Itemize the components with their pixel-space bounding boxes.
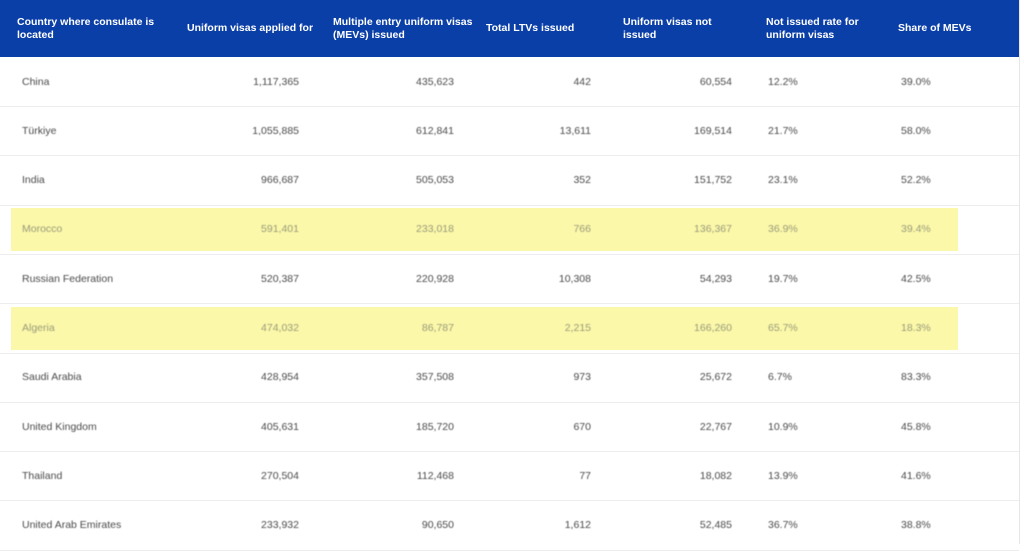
cell-country: Algeria bbox=[22, 322, 55, 334]
cell-share-of-mevs: 39.4% bbox=[901, 223, 931, 236]
cell-uniform-visas-not-issued: 54,293 bbox=[699, 272, 732, 285]
table-row: Türkiye 1,055,885 612,841 13,611 169,514 21.7… bbox=[0, 106, 1019, 157]
cell-country: Thailand bbox=[22, 469, 63, 482]
cell-total-ltvs-issued: 10,308 bbox=[558, 272, 591, 285]
cell-uniform-visas-not-issued: 25,672 bbox=[699, 371, 732, 384]
cell-uniform-visas-not-issued: 60,554 bbox=[699, 75, 732, 88]
cell-not-issued-rate: 21.7% bbox=[768, 124, 798, 137]
cell-country: Russian Federation bbox=[22, 272, 114, 285]
cell-uniform-visas-applied: 233,932 bbox=[261, 519, 299, 532]
table-row: India 966,687 505,053 352 151,752 23.1% 52.2% bbox=[0, 156, 1019, 206]
cell-not-issued-rate: 23.1% bbox=[768, 174, 798, 187]
cell-total-ltvs-issued: 2,215 bbox=[564, 322, 591, 334]
table-row: China 1,117,365 435,623 442 60,554 12.2% 39.0% bbox=[0, 57, 1019, 107]
cell-not-issued-rate: 10.9% bbox=[768, 420, 798, 433]
header-total-ltvs-issued[interactable]: Total LTVs issued bbox=[486, 0, 596, 57]
cell-not-issued-rate: 13.9% bbox=[768, 469, 798, 482]
cell-mevs-issued: 112,468 bbox=[416, 469, 454, 482]
cell-total-ltvs-issued: 13,611 bbox=[559, 124, 591, 137]
cell-mevs-issued: 90,650 bbox=[421, 519, 454, 532]
cell-uniform-visas-applied: 966,687 bbox=[261, 174, 299, 187]
header-country[interactable]: Country where consulate is located bbox=[17, 0, 167, 57]
cell-country: Türkiye bbox=[22, 124, 57, 137]
table-row: Algeria 474,032 86,787 2,215 166,260 65.7% 18.… bbox=[0, 304, 1019, 354]
cell-uniform-visas-applied: 591,401 bbox=[261, 223, 299, 236]
cell-not-issued-rate: 36.9% bbox=[768, 223, 798, 236]
cell-uniform-visas-not-issued: 22,767 bbox=[699, 420, 732, 433]
cell-country: India bbox=[22, 174, 45, 187]
header-share-of-mevs[interactable]: Share of MEVs bbox=[898, 0, 1008, 57]
table-row: Russian Federation 520,387 220,928 10,308 54… bbox=[0, 254, 1019, 305]
cell-country: United Arab Emirates bbox=[22, 519, 122, 532]
cell-uniform-visas-applied: 405,631 bbox=[261, 420, 299, 433]
cell-mevs-issued: 220,928 bbox=[416, 272, 454, 285]
table-row: Morocco 591,401 233,018 766 136,367 36.9% 39.4… bbox=[0, 205, 1019, 255]
cell-share-of-mevs: 39.0% bbox=[901, 75, 931, 88]
cell-not-issued-rate: 12.2% bbox=[768, 75, 798, 88]
cell-uniform-visas-applied: 270,504 bbox=[261, 469, 299, 482]
cell-uniform-visas-applied: 428,954 bbox=[261, 371, 299, 384]
cell-share-of-mevs: 41.6% bbox=[901, 469, 931, 482]
cell-country: Saudi Arabia bbox=[22, 371, 82, 384]
visa-statistics-table: Country where consulate is located Unifo… bbox=[0, 0, 1020, 551]
cell-mevs-issued: 233,018 bbox=[416, 223, 454, 236]
cell-uniform-visas-applied: 474,032 bbox=[261, 322, 299, 334]
cell-share-of-mevs: 45.8% bbox=[901, 420, 931, 433]
cell-mevs-issued: 505,053 bbox=[416, 174, 454, 187]
cell-mevs-issued: 86,787 bbox=[421, 322, 454, 334]
header-uniform-visas-not-issued[interactable]: Uniform visas not issued bbox=[623, 0, 733, 57]
cell-share-of-mevs: 18.3% bbox=[901, 322, 931, 334]
cell-share-of-mevs: 38.8% bbox=[901, 519, 931, 532]
cell-mevs-issued: 612,841 bbox=[416, 124, 454, 137]
cell-country: Morocco bbox=[22, 223, 63, 236]
cell-mevs-issued: 357,508 bbox=[416, 371, 454, 384]
cell-total-ltvs-issued: 352 bbox=[573, 174, 591, 187]
cell-total-ltvs-issued: 670 bbox=[573, 420, 591, 433]
cell-uniform-visas-applied: 520,387 bbox=[261, 272, 299, 285]
cell-not-issued-rate: 36.7% bbox=[768, 519, 798, 532]
cell-total-ltvs-issued: 442 bbox=[573, 75, 591, 88]
cell-uniform-visas-not-issued: 169,514 bbox=[694, 124, 732, 137]
cell-country: United Kingdom bbox=[22, 420, 97, 433]
cell-uniform-visas-not-issued: 52,485 bbox=[699, 519, 732, 532]
cell-mevs-issued: 435,623 bbox=[416, 75, 454, 88]
cell-total-ltvs-issued: 766 bbox=[573, 223, 591, 236]
cell-uniform-visas-not-issued: 151,752 bbox=[694, 174, 732, 187]
cell-country: China bbox=[22, 75, 50, 88]
table-row: Saudi Arabia 428,954 357,508 973 25,672 6.7% 8… bbox=[0, 353, 1019, 403]
cell-total-ltvs-issued: 1,612 bbox=[564, 519, 591, 532]
header-uniform-visas-applied[interactable]: Uniform visas applied for bbox=[187, 0, 317, 57]
cell-share-of-mevs: 83.3% bbox=[901, 371, 931, 384]
cell-total-ltvs-issued: 77 bbox=[579, 469, 591, 482]
cell-total-ltvs-issued: 973 bbox=[573, 371, 591, 384]
header-not-issued-rate[interactable]: Not issued rate for uniform visas bbox=[766, 0, 876, 57]
cell-share-of-mevs: 52.2% bbox=[901, 174, 931, 187]
cell-not-issued-rate: 19.7% bbox=[768, 272, 798, 285]
cell-share-of-mevs: 42.5% bbox=[901, 272, 931, 285]
cell-not-issued-rate: 6.7% bbox=[768, 371, 792, 384]
cell-share-of-mevs: 58.0% bbox=[901, 124, 931, 137]
table-row: United Kingdom 405,631 185,720 670 22,767 10.… bbox=[0, 402, 1019, 453]
table-row: United Arab Emirates 233,932 90,650 1,612 52… bbox=[0, 501, 1019, 551]
cell-uniform-visas-not-issued: 166,260 bbox=[694, 322, 732, 334]
table-header-row: Country where consulate is located Unifo… bbox=[0, 0, 1019, 57]
cell-mevs-issued: 185,720 bbox=[416, 420, 454, 433]
table-row: Thailand 270,504 112,468 77 18,082 13.9% 41.6% bbox=[0, 451, 1019, 502]
header-mevs-issued[interactable]: Multiple entry uniform visas (MEVs) issu… bbox=[333, 0, 473, 57]
cell-not-issued-rate: 65.7% bbox=[768, 322, 798, 334]
cell-uniform-visas-not-issued: 136,367 bbox=[694, 223, 732, 236]
cell-uniform-visas-applied: 1,117,365 bbox=[253, 75, 299, 88]
cell-uniform-visas-not-issued: 18,082 bbox=[699, 469, 732, 482]
cell-uniform-visas-applied: 1,055,885 bbox=[252, 124, 299, 137]
